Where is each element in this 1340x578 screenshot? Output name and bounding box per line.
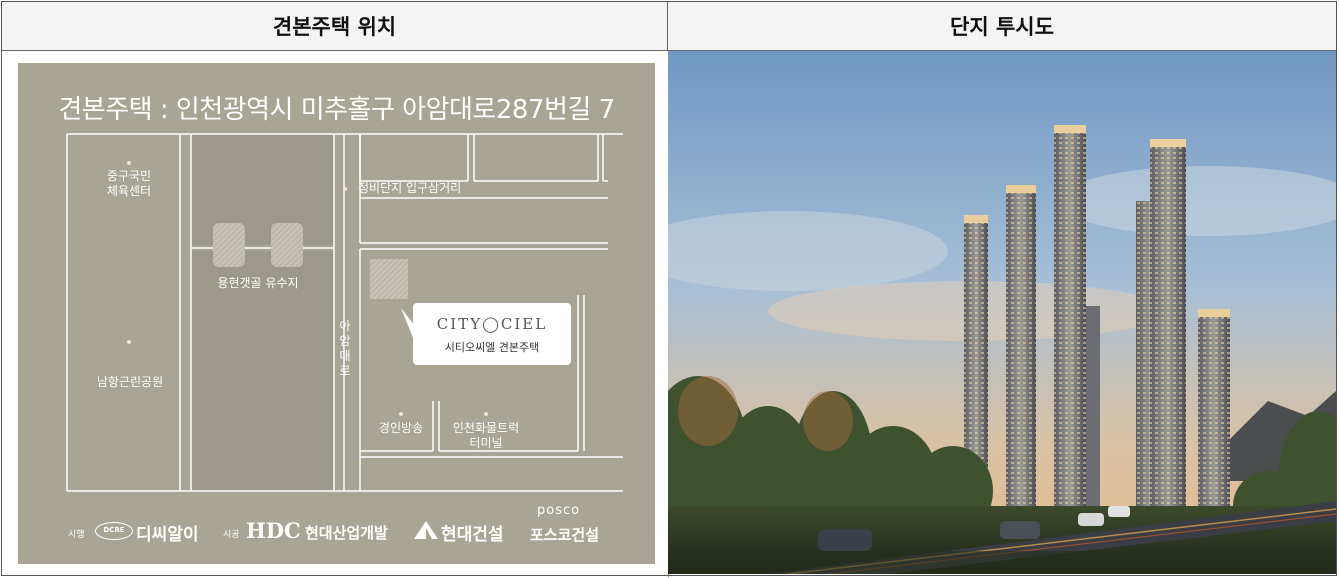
developer-role: 시행 [68,530,85,540]
builder-role: 시공 [223,530,240,540]
junction-marker [343,187,347,191]
label-road-aam: 아 암 대 로 [339,319,351,378]
hyundai-triangle-icon [414,521,438,539]
truck-terminal-marker [484,412,488,416]
label-truck-terminal: 인천화물트럭 터미널 [452,421,520,450]
park-marker [127,340,131,344]
callout-subtitle: 시티오씨엘 견본주택 [444,341,540,354]
developer-name: 디씨알이 [136,525,199,545]
city-ciel-logo: CITY◯CIEL [436,315,548,333]
sports-center-marker [127,161,131,165]
builder-credits: 시행 DCRE 디씨알이 시공 HDC 현대산업개발 현대건설 posco 포스… [18,503,655,553]
header-complex-rendering: 단지 투시도 [668,2,1336,51]
posco-mark: posco [537,503,581,518]
label-reservoir: 용현갯골 유수지 [217,276,299,290]
dcre-badge-icon: DCRE [95,522,133,540]
hyundai-name: 현대건설 [441,525,504,545]
header-model-house-location: 견본주택 위치 [2,2,668,51]
location-map: 견본주택 : 인천광역시 미추홀구 아암대로287번길 7 중구국민 체육센터 … [18,63,655,564]
label-broadcast: 경인방송 [378,421,424,435]
label-junction: 정비단지 입구삼거리 [358,181,462,195]
broadcast-marker [399,412,403,416]
label-sports-center: 중구국민 체육센터 [106,169,152,198]
hdc-name: 현대산업개발 [305,524,388,542]
posco-name: 포스코건설 [530,526,600,544]
complex-rendering-image [668,51,1336,574]
label-park: 남항근린공원 [96,375,164,389]
hdc-mark: HDC [246,518,301,543]
model-house-callout: CITY◯CIEL 시티오씨엘 견본주택 [413,303,571,365]
rendering-illustration [668,51,1336,574]
